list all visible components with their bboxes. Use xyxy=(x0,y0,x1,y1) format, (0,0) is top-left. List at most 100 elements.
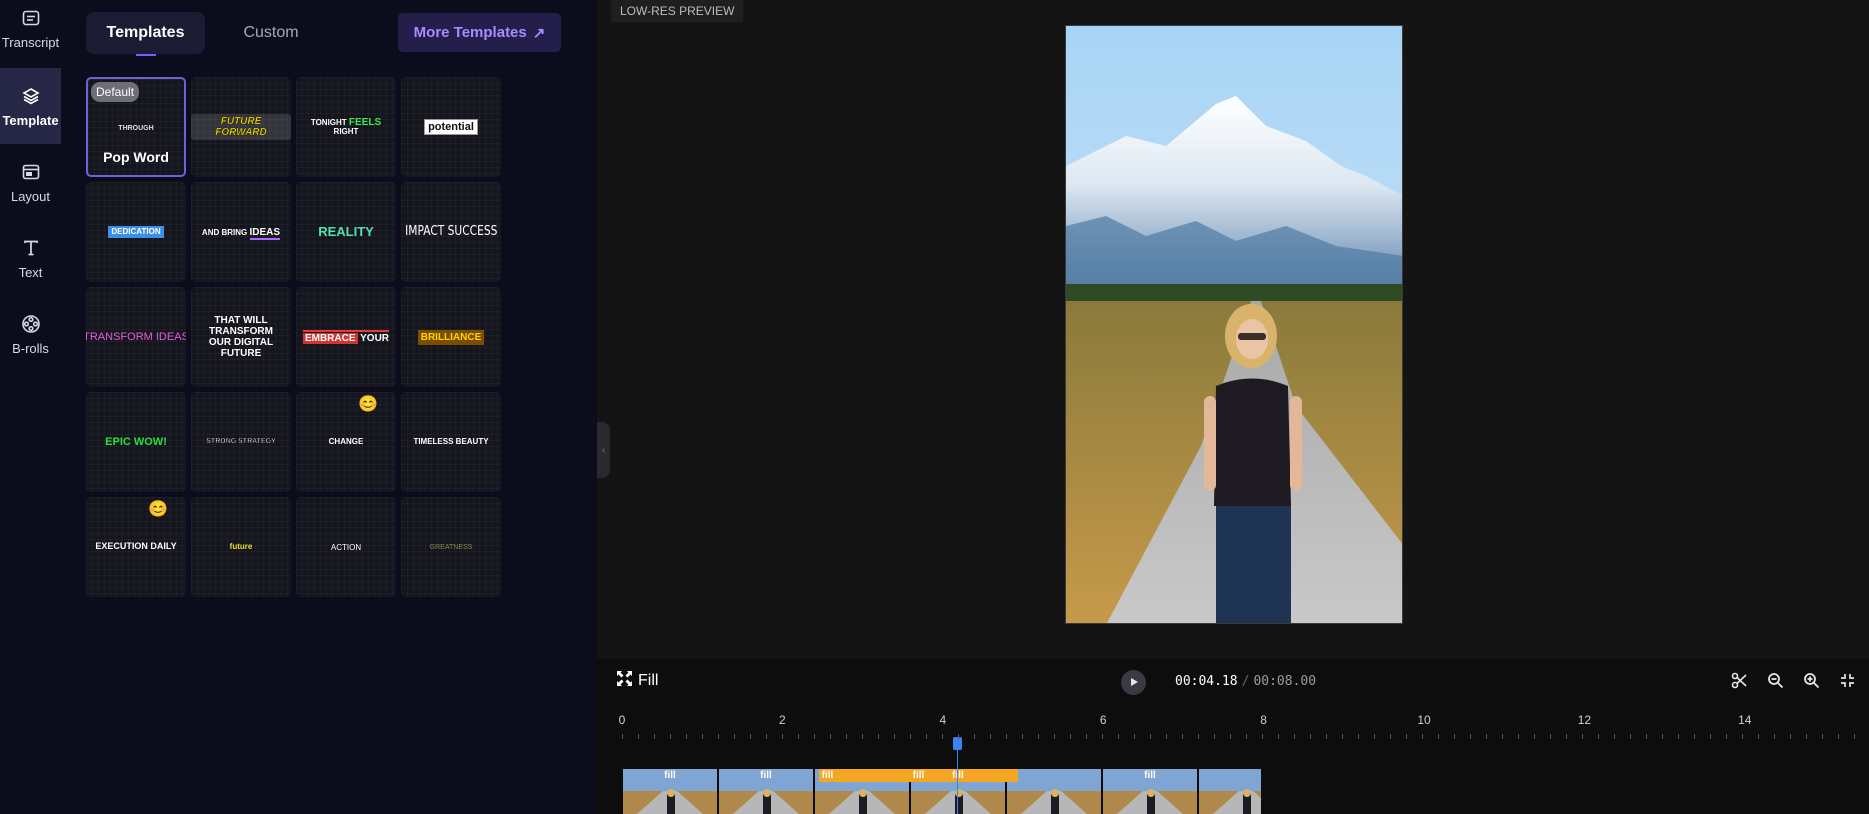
clip-thumbnail[interactable]: fill xyxy=(1103,769,1197,814)
ruler-tick xyxy=(1806,734,1807,739)
zoom-in-button[interactable] xyxy=(1800,672,1822,694)
template-tile-embrace-your[interactable]: EMBRACE YOUR xyxy=(296,287,396,387)
ruler-tick xyxy=(1598,734,1599,739)
ruler-label: 6 xyxy=(1099,713,1107,727)
ruler-tick xyxy=(1422,734,1423,739)
zoom-in-icon xyxy=(1803,672,1820,694)
panel-collapse-handle[interactable]: ‹ xyxy=(597,422,610,478)
clip-thumbnail[interactable]: fill xyxy=(719,769,813,814)
template-tile-impact-success[interactable]: IMPACT SUCCESS xyxy=(401,182,501,282)
ruler-tick xyxy=(1118,734,1119,739)
rail-item-text[interactable]: Text xyxy=(0,220,61,296)
rail-label: Template xyxy=(2,112,59,128)
template-tile-epic-wow[interactable]: EPIC WOW! xyxy=(86,392,186,492)
ruler-tick xyxy=(1326,734,1327,739)
template-sample-text: future xyxy=(229,541,253,551)
template-name: Pop Word xyxy=(103,149,169,165)
ruler-tick xyxy=(1294,734,1295,739)
ruler-tick xyxy=(766,734,767,739)
template-sample-text: GREATNESS xyxy=(429,543,473,551)
tab-custom[interactable]: Custom xyxy=(211,12,331,54)
chevron-left-icon: ‹ xyxy=(601,444,606,456)
template-tile-strong-strategy[interactable]: STRONG STRATEGY xyxy=(191,392,291,492)
template-tile-transform-ideas[interactable]: TRANSFORM IDEAS xyxy=(86,287,186,387)
template-sample-text: REALITY xyxy=(318,223,374,239)
ruler-tick xyxy=(1246,734,1247,739)
clip-thumbnail[interactable] xyxy=(1199,769,1261,814)
timeline-toolbar: Fill 00:04.18/00:08.00 xyxy=(597,658,1869,708)
total-time: 00:08.00 xyxy=(1253,674,1317,689)
timeline-ruler[interactable]: fill fill fill fill fill 0 2 4 6 8 10 12 14 fill xyxy=(597,708,1869,814)
ruler-tick xyxy=(1166,734,1167,739)
rail-item-brolls[interactable]: B-rolls xyxy=(0,296,61,372)
rail-item-layout[interactable]: Layout xyxy=(0,144,61,220)
template-tile-brilliance[interactable]: BRILLIANCE xyxy=(401,287,501,387)
ruler-tick xyxy=(1838,734,1839,739)
ruler-tick xyxy=(1342,734,1343,739)
layout-icon xyxy=(20,161,42,183)
text-icon xyxy=(20,237,42,259)
playhead-line xyxy=(957,748,958,814)
ruler-tick xyxy=(1406,734,1407,739)
play-button[interactable] xyxy=(1121,670,1146,695)
ruler-label: 8 xyxy=(1260,713,1267,727)
template-tile-reality[interactable]: REALITY xyxy=(296,182,396,282)
template-tile-greatness[interactable]: GREATNESS xyxy=(401,497,501,597)
ruler-tick xyxy=(1134,734,1135,739)
ruler-tick xyxy=(670,734,671,739)
template-tile-potential[interactable]: potential xyxy=(401,77,501,177)
active-tab-underline xyxy=(135,54,156,56)
film-reel-icon xyxy=(20,313,42,335)
template-sample-block: TONIGHT FEELS RIGHT xyxy=(311,117,381,137)
template-tile-future-forward[interactable]: FUTURE FORWARD xyxy=(191,77,291,177)
ruler-tick xyxy=(622,734,623,739)
template-tile-execution-daily[interactable]: 😊 EXECUTION DAILY xyxy=(86,497,186,597)
tab-templates[interactable]: Templates xyxy=(86,12,205,56)
clip-label: fill xyxy=(1144,770,1156,781)
ruler-tick xyxy=(1198,734,1199,739)
ruler-tick xyxy=(782,734,783,739)
template-tile-pop-word[interactable]: Default THROUGH Pop Word xyxy=(86,77,186,177)
ruler-tick xyxy=(1758,734,1759,739)
ruler-tick xyxy=(1822,734,1823,739)
template-tile-action[interactable]: ACTION xyxy=(296,497,396,597)
icon-rail: Transcript Template Layout Text B-rolls xyxy=(0,0,61,814)
ruler-tick xyxy=(942,734,943,739)
zoom-out-button[interactable] xyxy=(1764,672,1786,694)
template-sample-text: EPIC WOW! xyxy=(105,435,167,448)
template-tile-future[interactable]: future xyxy=(191,497,291,597)
template-tile-that-will-transform[interactable]: THAT WILL TRANSFORM OUR DIGITAL FUTURE xyxy=(191,287,291,387)
template-tile-timeless-beauty[interactable]: TIMELESS BEAUTY xyxy=(401,392,501,492)
video-frame-image xyxy=(1066,26,1402,623)
clip-thumbnail[interactable] xyxy=(1007,769,1101,814)
ruler-tick xyxy=(1022,734,1023,739)
template-tile-tonight[interactable]: TONIGHT FEELS RIGHT xyxy=(296,77,396,177)
ruler-tick xyxy=(1854,734,1855,739)
rail-item-template[interactable]: Template xyxy=(0,68,61,144)
template-sample-text: YOUR xyxy=(360,333,390,344)
template-panel: Templates Custom More Templates ↗ Defaul… xyxy=(61,0,597,814)
ruler-tick xyxy=(734,734,735,739)
template-tile-dedication[interactable]: DEDICATION xyxy=(86,182,186,282)
split-scissors-button[interactable] xyxy=(1728,672,1750,694)
template-sample-text: BRILLIANCE xyxy=(417,329,485,345)
video-preview[interactable] xyxy=(1065,25,1403,624)
ruler-tick xyxy=(1694,734,1695,739)
clip-label: fill xyxy=(911,770,1005,781)
ruler-tick xyxy=(1710,734,1711,739)
template-tile-change[interactable]: 😊 CHANGE xyxy=(296,392,396,492)
ruler-tick xyxy=(1550,734,1551,739)
ruler-tick xyxy=(990,734,991,739)
template-sample-text: IMPACT SUCCESS xyxy=(404,223,498,239)
fit-timeline-button[interactable] xyxy=(1836,672,1858,694)
more-templates-button[interactable]: More Templates ↗ xyxy=(398,13,561,52)
ruler-tick xyxy=(1566,734,1567,739)
ruler-tick xyxy=(654,734,655,739)
clip-thumbnail[interactable]: fill xyxy=(623,769,717,814)
ruler-tick xyxy=(1726,734,1727,739)
rail-item-transcript[interactable]: Transcript xyxy=(0,0,61,57)
fill-button[interactable]: Fill xyxy=(617,671,658,691)
ruler-tick xyxy=(1086,734,1087,739)
template-tile-and-bring[interactable]: AND BRING IDEAS xyxy=(191,182,291,282)
clip-thumbnail[interactable]: fill xyxy=(911,769,1005,814)
